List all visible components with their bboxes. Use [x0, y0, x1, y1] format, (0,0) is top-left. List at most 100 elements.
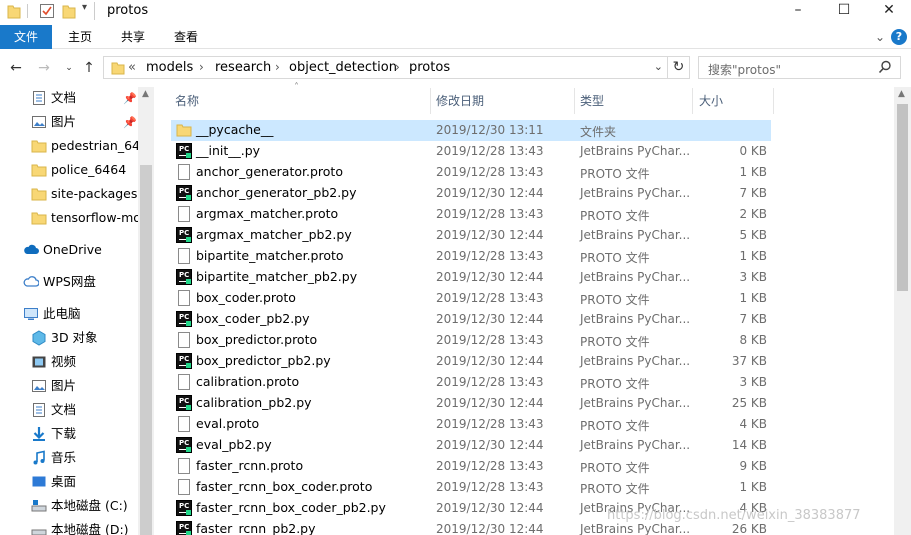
recent-locations-icon[interactable]: ⌄: [60, 58, 78, 78]
file-row[interactable]: PC anchor_generator_pb2.py 2019/12/30 12:4…: [171, 183, 771, 204]
breadcrumb-models[interactable]: models: [146, 60, 193, 75]
address-bar[interactable]: « models › research › object_detection ›…: [103, 56, 668, 79]
forward-arrow-icon[interactable]: →: [35, 58, 53, 78]
column-header-date[interactable]: 修改日期: [436, 88, 574, 114]
file-row[interactable]: box_coder.proto 2019/12/28 13:43 PROTO 文件 1…: [171, 288, 771, 309]
file-size: 1 KB: [739, 249, 767, 263]
folder-icon: [31, 140, 47, 153]
file-row[interactable]: PC __init__.py 2019/12/28 13:43 JetBrains P…: [171, 141, 771, 162]
file-date: 2019/12/28 13:43: [436, 333, 544, 347]
file-row[interactable]: faster_rcnn_box_coder.proto 2019/12/28 13…: [171, 477, 771, 498]
column-separator[interactable]: [692, 88, 693, 114]
scrollbar-thumb[interactable]: [140, 165, 152, 535]
column-separator[interactable]: [430, 88, 431, 114]
file-row[interactable]: PC bipartite_matcher_pb2.py 2019/12/30 12:…: [171, 267, 771, 288]
column-header-size[interactable]: 大小: [699, 88, 773, 114]
scroll-up-icon[interactable]: ▲: [142, 89, 149, 99]
chevron-right-icon[interactable]: ›: [199, 60, 204, 74]
file-row[interactable]: eval.proto 2019/12/28 13:43 PROTO 文件 4 KB: [171, 414, 771, 435]
music-icon: [33, 450, 45, 465]
file-size: 1 KB: [739, 165, 767, 179]
tab-file[interactable]: 文件: [0, 25, 52, 49]
file-icon: [178, 248, 190, 264]
desktop-icon: [32, 476, 46, 487]
file-size: 3 KB: [739, 270, 767, 284]
folder-icon: [31, 212, 47, 225]
tab-home[interactable]: 主页: [60, 25, 100, 49]
file-row[interactable]: __pycache__ 2019/12/30 13:11 文件夹: [171, 120, 771, 141]
file-name: anchor_generator_pb2.py: [196, 185, 357, 200]
navigation-bar: ← → ⌄ ↑ « models › research › object_det…: [0, 55, 911, 81]
up-arrow-icon[interactable]: ↑: [80, 58, 98, 78]
file-list-scrollbar[interactable]: ▲: [894, 87, 911, 535]
expand-ribbon-icon[interactable]: ⌄: [875, 30, 885, 44]
file-row[interactable]: PC argmax_matcher_pb2.py 2019/12/30 12:44 J…: [171, 225, 771, 246]
new-folder-icon[interactable]: [62, 3, 76, 19]
file-size: 7 KB: [739, 312, 767, 326]
maximize-button[interactable]: ☐: [821, 0, 867, 22]
back-arrow-icon[interactable]: ←: [7, 58, 25, 78]
chevron-right-icon[interactable]: ›: [395, 60, 400, 74]
folder-icon: [176, 124, 192, 137]
help-icon[interactable]: ?: [891, 29, 907, 45]
pycharm-icon: PC: [176, 269, 192, 285]
breadcrumb-protos[interactable]: protos: [409, 60, 450, 75]
file-date: 2019/12/28 13:43: [436, 144, 544, 158]
pin-icon[interactable]: 📌: [123, 116, 137, 129]
pycharm-icon: PC: [176, 143, 192, 159]
file-row[interactable]: PC calibration_pb2.py 2019/12/30 12:44 JetB…: [171, 393, 771, 414]
file-row[interactable]: PC box_predictor_pb2.py 2019/12/30 12:44 Je…: [171, 351, 771, 372]
cloud-icon: [23, 276, 39, 287]
file-row[interactable]: faster_rcnn.proto 2019/12/28 13:43 PROTO 文…: [171, 456, 771, 477]
file-size: 2 KB: [739, 207, 767, 221]
search-box[interactable]: 搜索"protos": [698, 56, 901, 79]
file-row[interactable]: anchor_generator.proto 2019/12/28 13:43 PR…: [171, 162, 771, 183]
file-name: eval.proto: [196, 416, 260, 431]
file-type: JetBrains PyChar...: [580, 522, 691, 535]
customize-toolbar-icon[interactable]: ▾: [82, 2, 87, 18]
properties-icon[interactable]: [39, 3, 55, 19]
file-type: PROTO 文件: [580, 461, 650, 475]
pycharm-icon: PC: [176, 185, 192, 201]
chevron-right-icon[interactable]: ›: [275, 60, 280, 74]
file-row[interactable]: bipartite_matcher.proto 2019/12/28 13:43 P…: [171, 246, 771, 267]
file-type: PROTO 文件: [580, 251, 650, 265]
scroll-up-icon[interactable]: ▲: [898, 89, 905, 99]
file-icon: [178, 332, 190, 348]
file-date: 2019/12/30 12:44: [436, 501, 544, 515]
file-size: 4 KB: [739, 417, 767, 431]
search-input[interactable]: 搜索"protos": [708, 61, 781, 78]
column-separator[interactable]: [773, 88, 774, 114]
refresh-button[interactable]: ↻: [668, 56, 690, 79]
search-icon[interactable]: [878, 60, 892, 74]
file-row[interactable]: argmax_matcher.proto 2019/12/28 13:43 PROT…: [171, 204, 771, 225]
tab-view[interactable]: 查看: [166, 25, 206, 49]
file-size: 9 KB: [739, 459, 767, 473]
file-size: 7 KB: [739, 186, 767, 200]
file-date: 2019/12/28 13:43: [436, 207, 544, 221]
folder-icon[interactable]: [7, 3, 21, 19]
column-header-name[interactable]: 名称: [175, 88, 430, 114]
nav-pane-scrollbar[interactable]: ▲: [138, 87, 154, 535]
close-button[interactable]: ✕: [866, 0, 911, 22]
navigation-pane: 文档 📌 图片 📌 pedestrian_646 police_6464 sit…: [0, 87, 154, 535]
breadcrumb-research[interactable]: research: [215, 60, 271, 75]
file-date: 2019/12/30 12:44: [436, 270, 544, 284]
tab-share[interactable]: 共享: [113, 25, 153, 49]
breadcrumb-object-detection[interactable]: object_detection: [289, 60, 397, 75]
scrollbar-thumb[interactable]: [897, 104, 908, 291]
column-header-type[interactable]: 类型: [580, 88, 692, 114]
file-date: 2019/12/30 12:44: [436, 438, 544, 452]
breadcrumb-overflow[interactable]: «: [128, 60, 136, 75]
3d-objects-icon: [32, 330, 46, 346]
file-row[interactable]: PC box_coder_pb2.py 2019/12/30 12:44 JetBra…: [171, 309, 771, 330]
chevron-down-icon[interactable]: ⌄: [654, 60, 663, 73]
column-separator[interactable]: [574, 88, 575, 114]
file-row[interactable]: PC eval_pb2.py 2019/12/30 12:44 JetBrains P…: [171, 435, 771, 456]
minimize-button[interactable]: –: [775, 0, 821, 22]
file-type: JetBrains PyChar...: [580, 270, 691, 284]
file-row[interactable]: calibration.proto 2019/12/28 13:43 PROTO 文…: [171, 372, 771, 393]
file-row[interactable]: box_predictor.proto 2019/12/28 13:43 PROTO…: [171, 330, 771, 351]
file-date: 2019/12/30 12:44: [436, 522, 544, 535]
pin-icon[interactable]: 📌: [123, 92, 137, 105]
